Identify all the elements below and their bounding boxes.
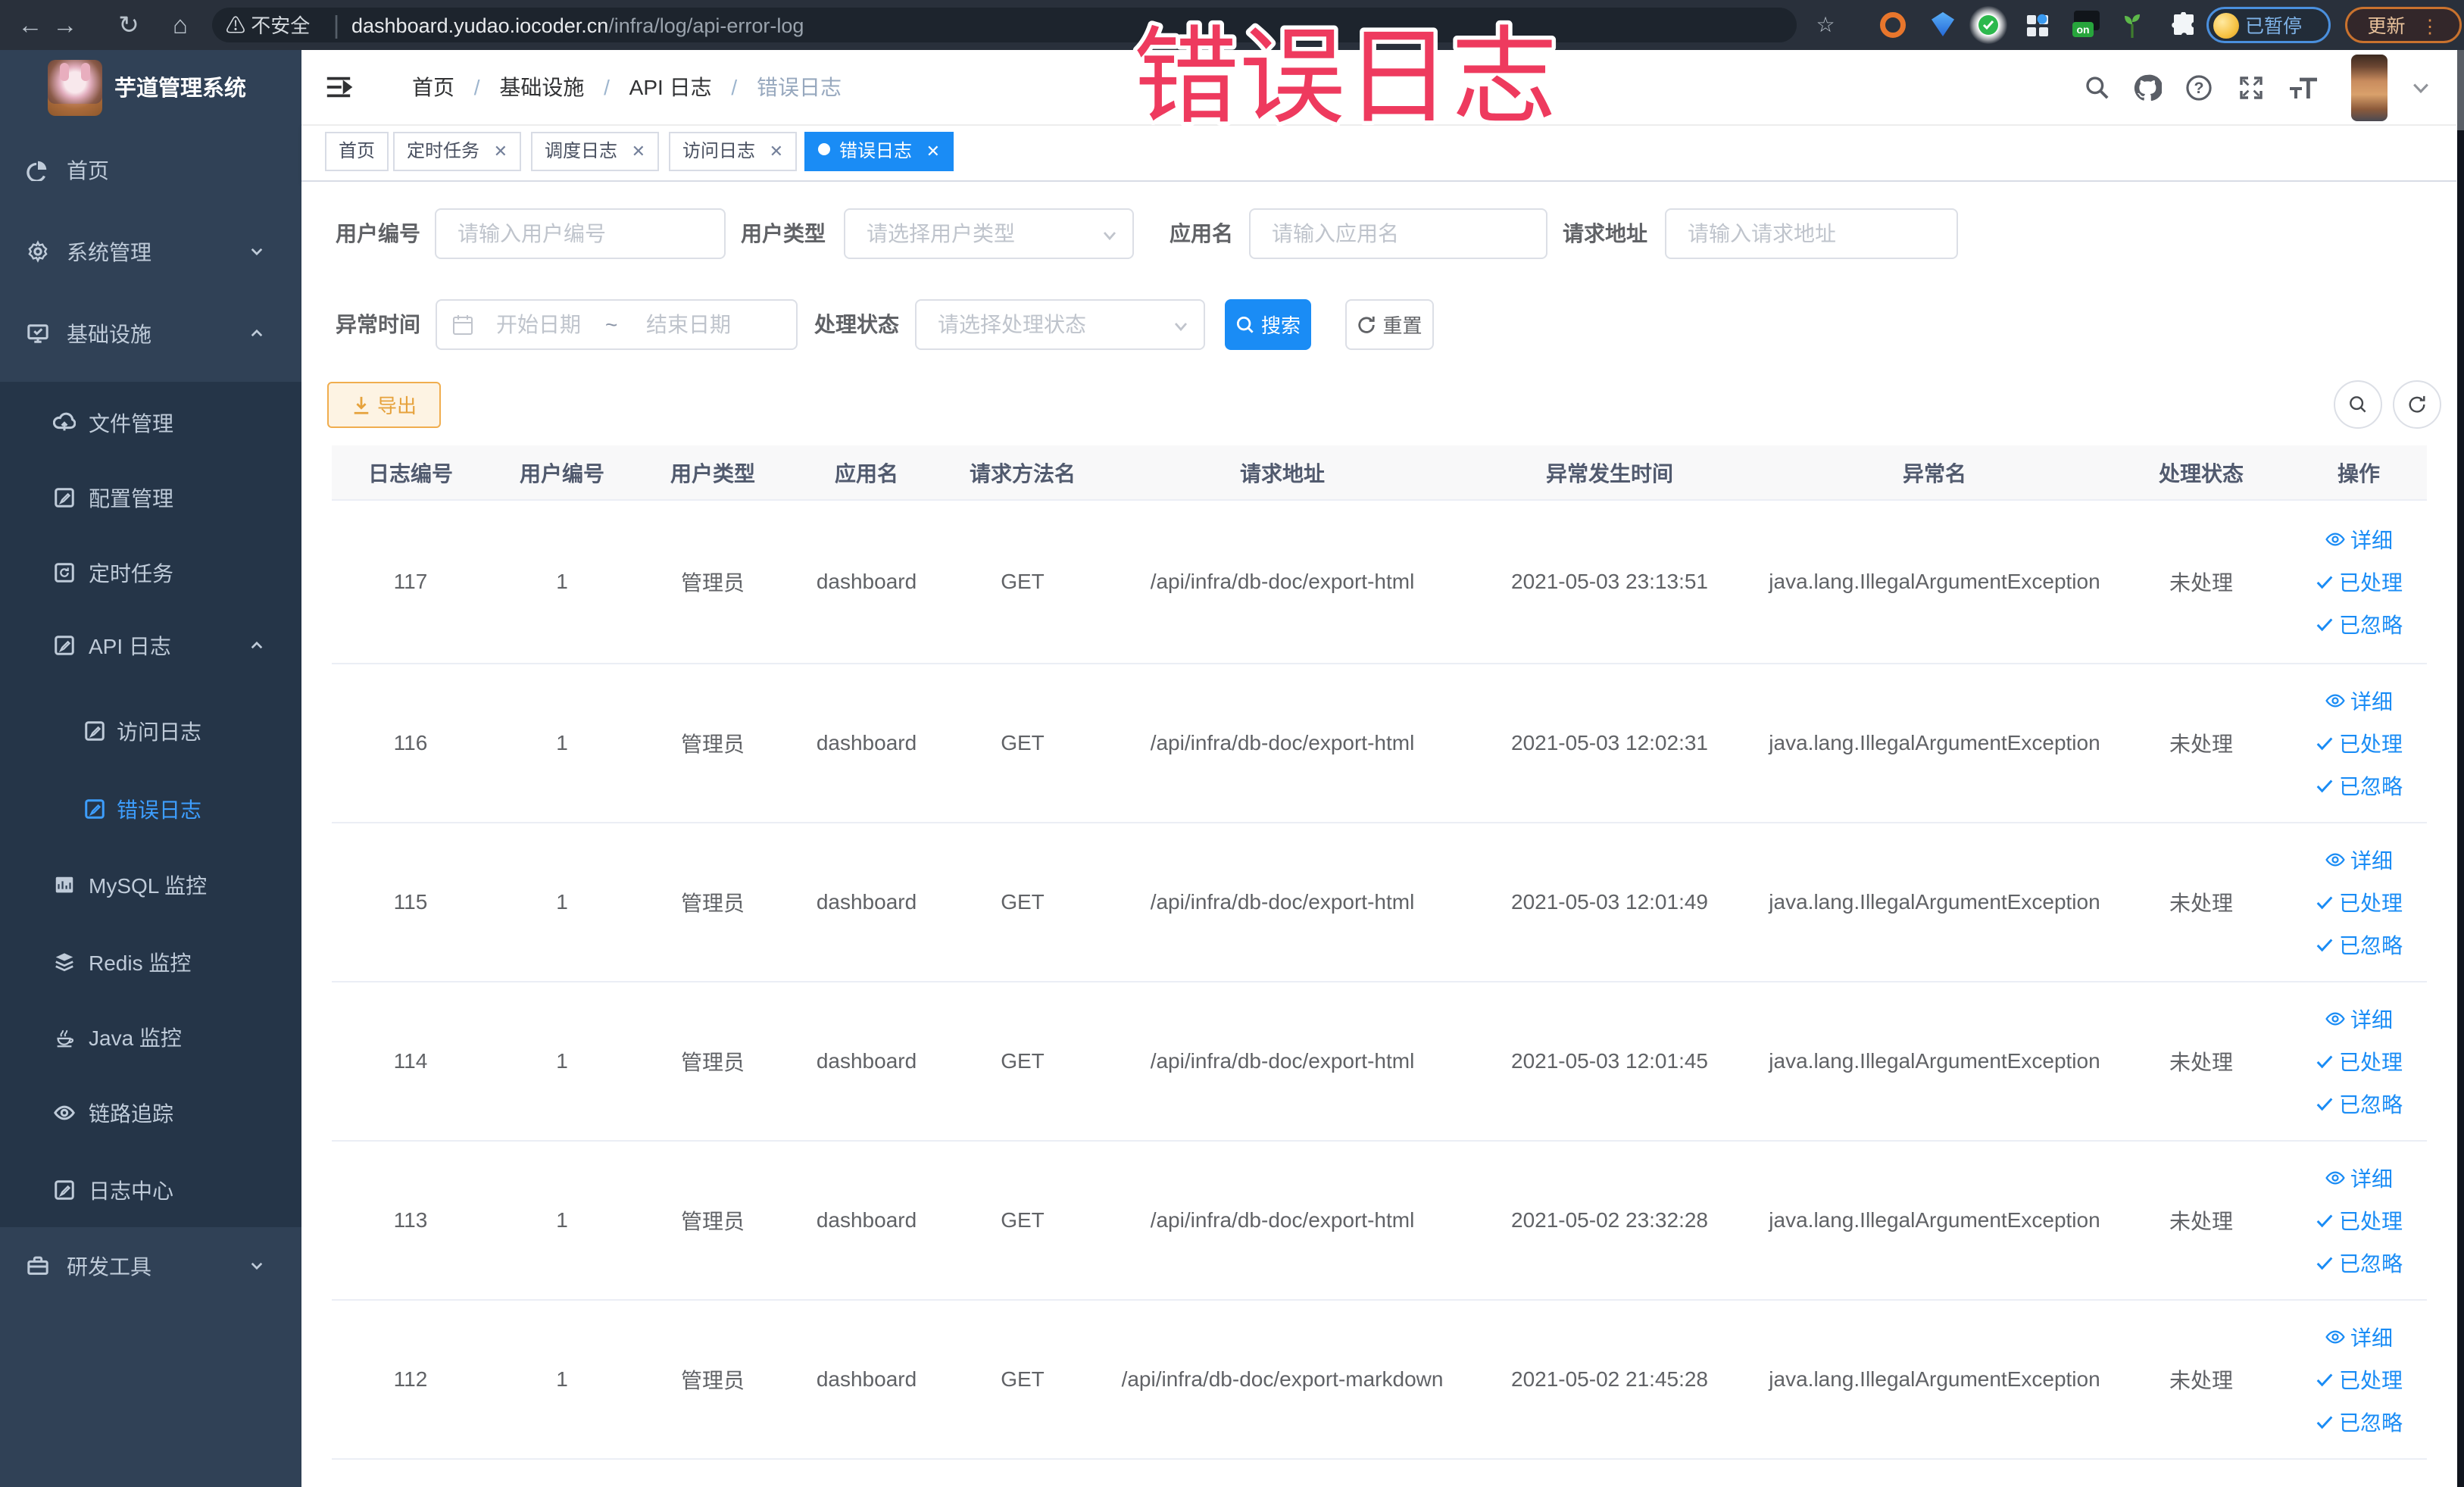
svg-text:错误日志: 错误日志 [1133,17,1557,136]
svg-text:?: ? [2194,79,2203,97]
